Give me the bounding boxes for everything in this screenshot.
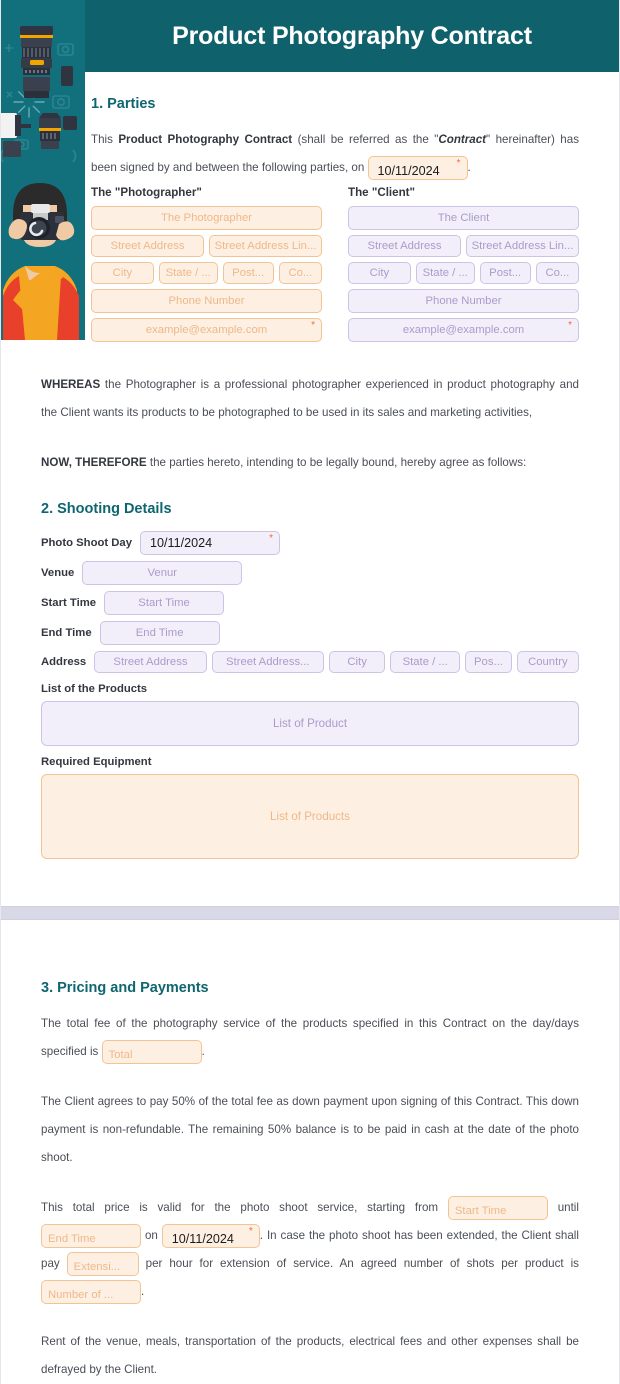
start-time-row: Start Time Start Time [41, 591, 579, 615]
page-break-divider [1, 906, 619, 920]
pricing-p3-a: This total price is valid for the photo … [41, 1201, 439, 1214]
photo-shoot-day-label: Photo Shoot Day [41, 537, 132, 549]
total-fee-input[interactable]: Total [101, 1039, 202, 1064]
end-time-input[interactable]: End Time [99, 621, 220, 645]
page-top-margin [1, 920, 619, 954]
pricing-p3-c: on [144, 1229, 158, 1242]
client-column: The "Client" The Client Street Address S… [348, 186, 579, 347]
pricing-section: 3. Pricing and Payments The total fee of… [1, 980, 619, 1384]
section-heading-shooting-details: 2. Shooting Details [41, 501, 172, 517]
validity-end-time-input[interactable]: End Time [41, 1223, 141, 1248]
address-label: Address [41, 656, 87, 668]
client-street1-input[interactable]: Street Address [348, 235, 461, 257]
client-country-input[interactable]: Co... [535, 262, 579, 284]
photographer-street2-input[interactable]: Street Address Lin... [209, 235, 322, 257]
section-heading-parties: 1. Parties [91, 96, 156, 112]
required-asterisk-icon: * [456, 157, 461, 169]
start-time-input[interactable]: Start Time [104, 591, 225, 615]
therefore-text: the parties hereto, intending to be lega… [146, 456, 527, 469]
photographer-email-input[interactable]: example@example.com * [91, 318, 322, 342]
photographer-city-input[interactable]: City [91, 262, 154, 284]
extension-fee-input[interactable]: Extensi... [66, 1251, 139, 1276]
photographer-illustration [1, 0, 85, 340]
intro-contract-italic: Contract [438, 133, 487, 146]
photographer-email-placeholder: example@example.com [145, 324, 268, 336]
pricing-p3-b: until [557, 1201, 579, 1214]
signing-date-field[interactable]: 10/11/2024 * [367, 155, 468, 180]
client-name-input[interactable]: The Client [348, 206, 579, 230]
list-of-products-textarea[interactable]: List of Product [41, 701, 579, 746]
address-postal-input[interactable]: Pos... [465, 651, 512, 673]
intro-end: . [467, 161, 471, 174]
pricing-p1-post: . [201, 1045, 205, 1058]
down-payment-paragraph: The Client agrees to pay 50% of the tota… [41, 1095, 579, 1164]
intro-pre: This [91, 133, 119, 146]
client-city-input[interactable]: City [348, 262, 411, 284]
end-time-label: End Time [41, 627, 92, 639]
required-asterisk-icon: * [568, 320, 572, 331]
validity-start-time-input[interactable]: Start Time [447, 1195, 548, 1220]
photo-shoot-day-value: 10/11/2024 [150, 536, 213, 550]
photographer-postal-input[interactable]: Post... [222, 262, 274, 284]
photographer-country-input[interactable]: Co... [278, 262, 322, 284]
document-header-banner: Product Photography Contract [1, 0, 619, 72]
client-email-placeholder: example@example.com [402, 324, 525, 336]
parties-intro-paragraph: This Product Photography Contract (shall… [91, 126, 579, 182]
contract-document-page: Product Photography Contract 1. Parties … [0, 0, 620, 1384]
signing-date-value: 10/11/2024 [377, 163, 440, 178]
end-time-row: End Time End Time [41, 621, 579, 645]
validity-date-input[interactable]: 10/11/2024 * [161, 1223, 260, 1248]
photographer-state-input[interactable]: State / ... [158, 262, 218, 284]
venue-label: Venue [41, 567, 75, 579]
pricing-total-paragraph: The total fee of the photography service… [41, 1010, 579, 1066]
number-of-shots-input[interactable]: Number of ... [41, 1279, 141, 1304]
client-street2-input[interactable]: Street Address Lin... [466, 235, 579, 257]
whereas-text: the Photographer is a professional photo… [41, 378, 579, 419]
client-state-input[interactable]: State / ... [415, 262, 475, 284]
client-title: The "Client" [348, 186, 416, 199]
required-equipment-textarea[interactable]: List of Products [41, 774, 579, 859]
pricing-p3-e: per hour for extension of service. An ag… [145, 1257, 579, 1270]
venue-input[interactable]: Venur [82, 561, 243, 585]
address-state-input[interactable]: State / ... [390, 651, 461, 673]
address-row: Address Street Address Street Address...… [41, 651, 579, 673]
address-city-input[interactable]: City [328, 651, 386, 673]
page-title: Product Photography Contract [172, 21, 532, 50]
required-equipment-label: Required Equipment [41, 756, 152, 768]
address-street1-input[interactable]: Street Address [94, 651, 207, 673]
address-street2-input[interactable]: Street Address... [211, 651, 325, 673]
client-email-input[interactable]: example@example.com * [348, 318, 579, 342]
intro-mid: (shall be referred as the " [292, 133, 439, 146]
photo-shoot-day-row: Photo Shoot Day 10/11/2024 * [41, 531, 579, 555]
list-of-products-label: List of the Products [41, 683, 148, 695]
parties-section: 1. Parties This Product Photography Cont… [1, 96, 619, 347]
venue-row: Venue Venur [41, 561, 579, 585]
therefore-label: NOW, THEREFORE [41, 456, 147, 469]
address-country-input[interactable]: Country [516, 651, 579, 673]
intro-contract-bold: Product Photography Contract [118, 133, 293, 146]
whereas-paragraph: WHEREAS the Photographer is a profession… [41, 371, 579, 427]
pricing-p3-f: . [141, 1285, 145, 1298]
photographer-column: The "Photographer" The Photographer Stre… [91, 186, 322, 347]
whereas-label: WHEREAS [41, 378, 101, 391]
required-asterisk-icon: * [269, 533, 273, 544]
expenses-paragraph: Rent of the venue, meals, transportation… [41, 1335, 579, 1376]
client-phone-input[interactable]: Phone Number [348, 289, 579, 313]
required-asterisk-icon: * [248, 1225, 253, 1237]
required-asterisk-icon: * [311, 320, 315, 331]
recitals-and-shooting-section: WHEREAS the Photographer is a profession… [1, 347, 619, 906]
photographer-street1-input[interactable]: Street Address [91, 235, 204, 257]
start-time-label: Start Time [41, 597, 97, 609]
parties-columns: The "Photographer" The Photographer Stre… [91, 186, 579, 347]
photographer-title: The "Photographer" [91, 186, 202, 199]
section-heading-pricing: 3. Pricing and Payments [41, 980, 209, 996]
validity-paragraph: This total price is valid for the photo … [41, 1194, 579, 1306]
client-postal-input[interactable]: Post... [479, 262, 531, 284]
photographer-name-input[interactable]: The Photographer [91, 206, 322, 230]
photographer-phone-input[interactable]: Phone Number [91, 289, 322, 313]
validity-date-value: 10/11/2024 [171, 1231, 234, 1246]
therefore-paragraph: NOW, THEREFORE the parties hereto, inten… [41, 449, 579, 477]
photo-shoot-day-input[interactable]: 10/11/2024 * [140, 531, 280, 555]
